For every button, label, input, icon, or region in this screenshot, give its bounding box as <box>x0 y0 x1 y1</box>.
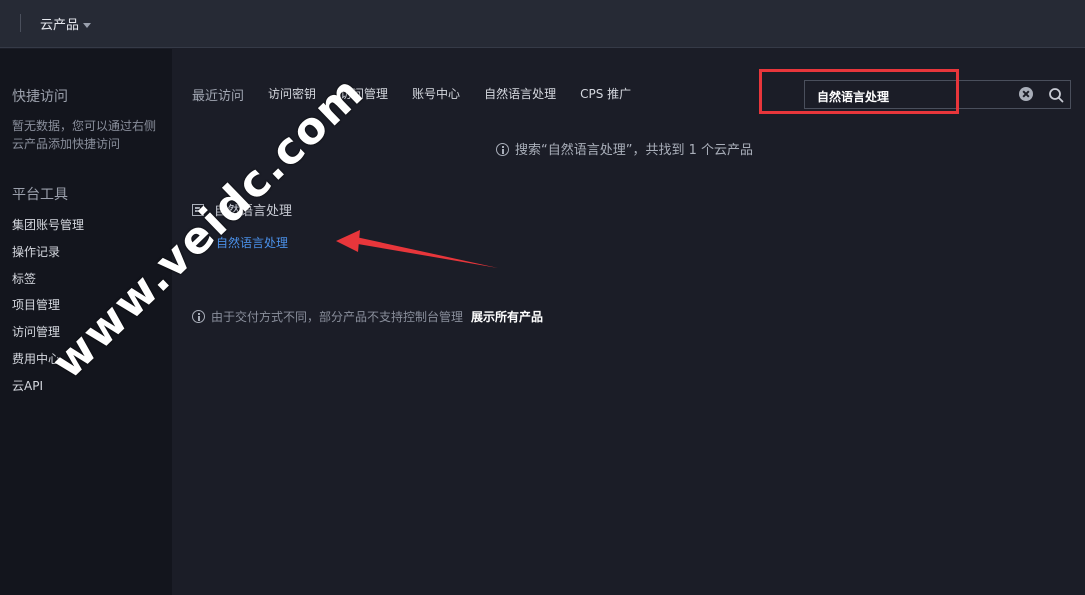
red-arrow-annotation <box>336 230 498 268</box>
